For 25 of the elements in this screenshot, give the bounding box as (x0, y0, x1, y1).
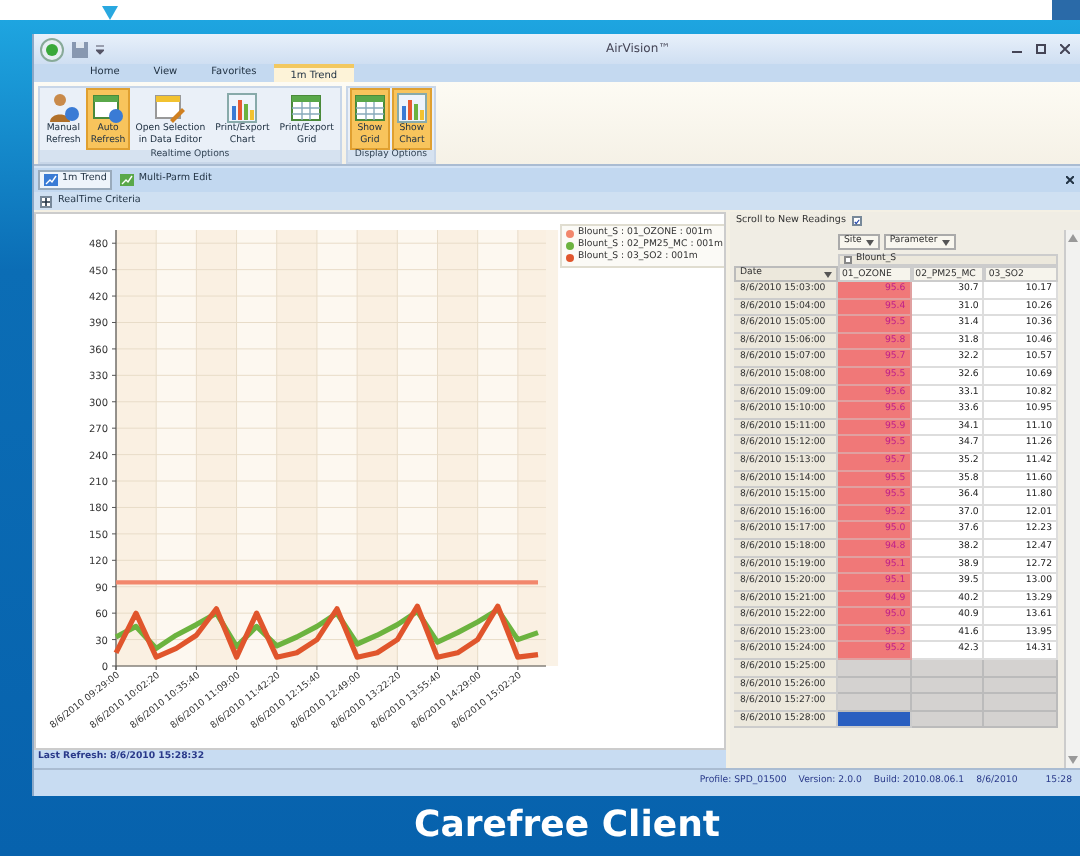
table-icon (353, 92, 386, 124)
line-chart-icon (120, 174, 135, 186)
maximize-icon[interactable] (1036, 44, 1046, 54)
close-icon[interactable] (1060, 44, 1070, 54)
bar-chart-icon (395, 92, 428, 124)
checkbox[interactable] (851, 216, 862, 226)
person-icon (47, 92, 80, 124)
scroll-down-icon[interactable] (1068, 756, 1078, 764)
caret-icon (824, 271, 832, 277)
table-pencil-icon (154, 92, 187, 124)
table-icon (290, 92, 323, 124)
line-chart-icon (44, 174, 58, 186)
caret-icon (865, 239, 874, 245)
caret-icon (941, 239, 950, 245)
bar-chart-icon (226, 92, 259, 124)
close-icon[interactable] (1066, 176, 1074, 184)
caption-title: Carefree Client (413, 808, 720, 844)
scroll-up-icon[interactable] (1068, 234, 1078, 242)
down-triangle-icon (102, 6, 118, 20)
table-refresh-icon (92, 92, 125, 124)
expand-toggle[interactable] (40, 195, 52, 207)
corner-block (1052, 0, 1080, 20)
dropdown-icon[interactable] (96, 43, 104, 55)
scrollbar[interactable] (1064, 230, 1080, 768)
app-logo-icon[interactable] (40, 37, 64, 61)
